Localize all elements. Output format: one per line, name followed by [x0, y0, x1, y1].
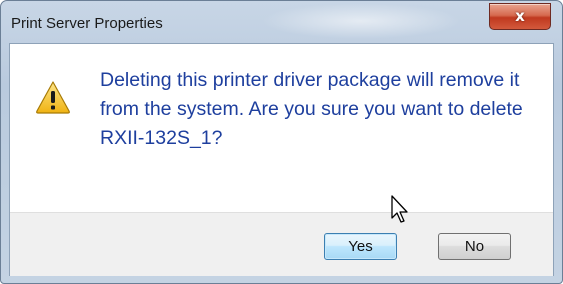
- no-button[interactable]: No: [438, 233, 511, 260]
- close-button[interactable]: x: [489, 3, 551, 30]
- close-icon: x: [515, 7, 525, 25]
- mouse-cursor-icon: [391, 195, 408, 223]
- window-title: Print Server Properties: [11, 15, 163, 32]
- title-bar-glare: [261, 3, 461, 39]
- dialog-client-area: Deleting this printer driver package wil…: [9, 43, 554, 276]
- message-area: Deleting this printer driver package wil…: [10, 44, 553, 212]
- dialog-window: Print Server Properties x Deleting this …: [0, 0, 563, 284]
- button-bar: Yes No: [10, 212, 553, 276]
- title-bar[interactable]: Print Server Properties x: [1, 1, 562, 43]
- yes-button[interactable]: Yes: [324, 233, 397, 260]
- confirmation-message: Deleting this printer driver package wil…: [100, 69, 523, 149]
- warning-icon: [36, 81, 70, 114]
